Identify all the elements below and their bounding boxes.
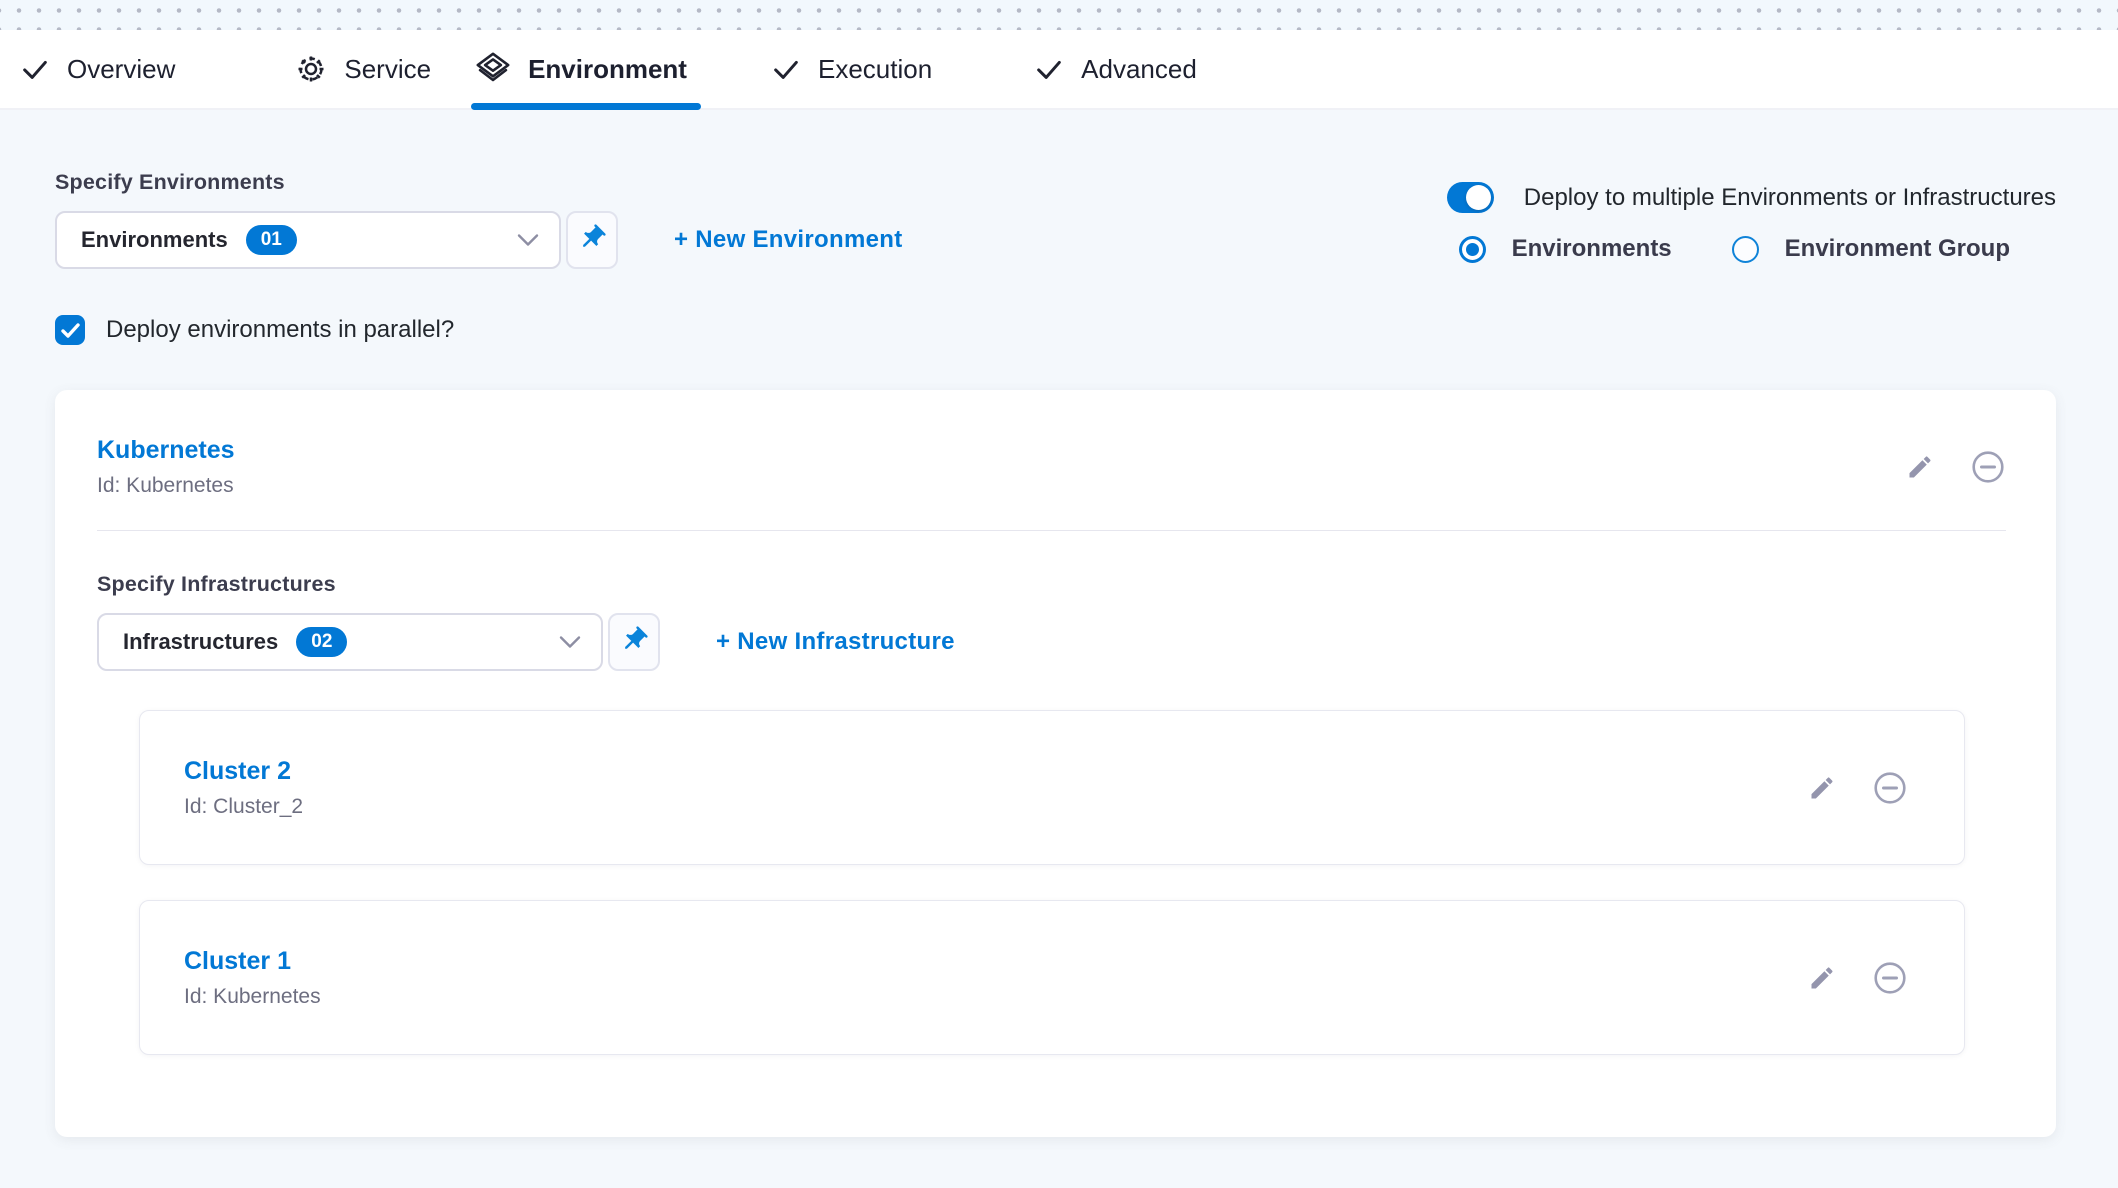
edit-environment-button[interactable] <box>1906 453 1934 481</box>
infrastructures-dropdown-group: Infrastructures 02 <box>97 613 660 671</box>
minus-circle-icon <box>1970 449 2006 485</box>
radio-unselected-icon <box>1732 236 1759 263</box>
infrastructures-dropdown-label: Infrastructures <box>123 629 278 655</box>
environments-dropdown-label: Environments <box>81 227 228 253</box>
specify-infrastructures-label: Specify Infrastructures <box>97 572 2006 597</box>
multi-environment-toggle-label: Deploy to multiple Environments or Infra… <box>1524 184 2056 212</box>
specify-environments-label: Specify Environments <box>55 170 902 195</box>
tab-execution[interactable]: Execution <box>771 30 932 108</box>
infrastructures-dropdown[interactable]: Infrastructures 02 <box>97 613 603 671</box>
stage-tabbar: Overview Service Environment <box>0 30 2118 110</box>
chevron-down-icon <box>517 233 539 247</box>
gear-icon <box>295 53 327 85</box>
new-environment-link[interactable]: + New Environment <box>674 226 902 254</box>
environment-stage-content: Specify Environments Environments 01 <box>0 110 2118 1137</box>
environments-dropdown-group: Environments 01 <box>55 211 618 269</box>
environment-stack-icon <box>475 51 511 87</box>
radio-environments[interactable]: Environments <box>1459 235 1672 263</box>
tab-label: Service <box>344 54 431 85</box>
deploy-parallel-label: Deploy environments in parallel? <box>106 316 454 344</box>
tab-overview[interactable]: Overview <box>20 30 175 108</box>
radio-selected-icon <box>1459 236 1486 263</box>
deploy-parallel-row: Deploy environments in parallel? <box>55 315 2056 345</box>
check-icon <box>20 54 50 84</box>
pipeline-canvas-dotted-strip <box>0 0 2118 30</box>
tab-advanced[interactable]: Advanced <box>1034 30 1197 108</box>
environments-dropdown[interactable]: Environments 01 <box>55 211 561 269</box>
minus-circle-icon <box>1872 770 1908 806</box>
radio-environment-group[interactable]: Environment Group <box>1732 235 2010 263</box>
tab-label: Execution <box>818 54 932 85</box>
card-divider <box>97 530 2006 531</box>
environment-name-link[interactable]: Kubernetes <box>97 436 235 465</box>
infrastructures-count-badge: 02 <box>296 627 347 657</box>
deploy-parallel-checkbox[interactable] <box>55 315 85 345</box>
environment-card-kubernetes: Kubernetes Id: Kubernetes Sp <box>55 390 2056 1137</box>
tab-label: Environment <box>528 54 687 85</box>
multi-environment-toggle[interactable] <box>1447 182 1494 213</box>
pin-icon <box>619 625 649 660</box>
tab-label: Advanced <box>1081 54 1197 85</box>
pin-environments-button[interactable] <box>566 211 618 269</box>
infrastructure-card-cluster-1: Cluster 1 Id: Kubernetes <box>139 900 1965 1055</box>
pencil-icon <box>1808 774 1836 802</box>
infrastructure-id-text: Id: Cluster_2 <box>184 795 303 819</box>
pin-icon <box>577 223 607 258</box>
environment-id-text: Id: Kubernetes <box>97 474 235 498</box>
infrastructure-card-cluster-2: Cluster 2 Id: Cluster_2 <box>139 710 1965 865</box>
toggle-knob <box>1466 185 1491 210</box>
remove-infrastructure-button[interactable] <box>1872 960 1908 996</box>
cluster-titles: Cluster 2 Id: Cluster_2 <box>184 757 303 819</box>
cluster-titles: Cluster 1 Id: Kubernetes <box>184 947 321 1009</box>
edit-infrastructure-button[interactable] <box>1808 964 1836 992</box>
remove-environment-button[interactable] <box>1970 449 2006 485</box>
tab-label: Overview <box>67 54 175 85</box>
minus-circle-icon <box>1872 960 1908 996</box>
pencil-icon <box>1808 964 1836 992</box>
check-icon <box>1034 54 1064 84</box>
infrastructure-id-text: Id: Kubernetes <box>184 985 321 1009</box>
remove-infrastructure-button[interactable] <box>1872 770 1908 806</box>
tab-service[interactable]: Service <box>295 30 431 108</box>
chevron-down-icon <box>559 635 581 649</box>
check-icon <box>771 54 801 84</box>
environments-count-badge: 01 <box>246 225 297 255</box>
specify-environments-block: Specify Environments Environments 01 <box>55 170 902 269</box>
infrastructure-name-link[interactable]: Cluster 2 <box>184 757 303 786</box>
tab-environment[interactable]: Environment <box>475 30 687 108</box>
multi-deploy-controls: Deploy to multiple Environments or Infra… <box>1447 182 2056 263</box>
edit-infrastructure-button[interactable] <box>1808 774 1836 802</box>
pin-infrastructures-button[interactable] <box>608 613 660 671</box>
new-infrastructure-link[interactable]: + New Infrastructure <box>716 628 955 656</box>
environment-card-titles: Kubernetes Id: Kubernetes <box>97 436 235 498</box>
page: Overview Service Environment <box>0 0 2118 1188</box>
infrastructure-name-link[interactable]: Cluster 1 <box>184 947 321 976</box>
pencil-icon <box>1906 453 1934 481</box>
